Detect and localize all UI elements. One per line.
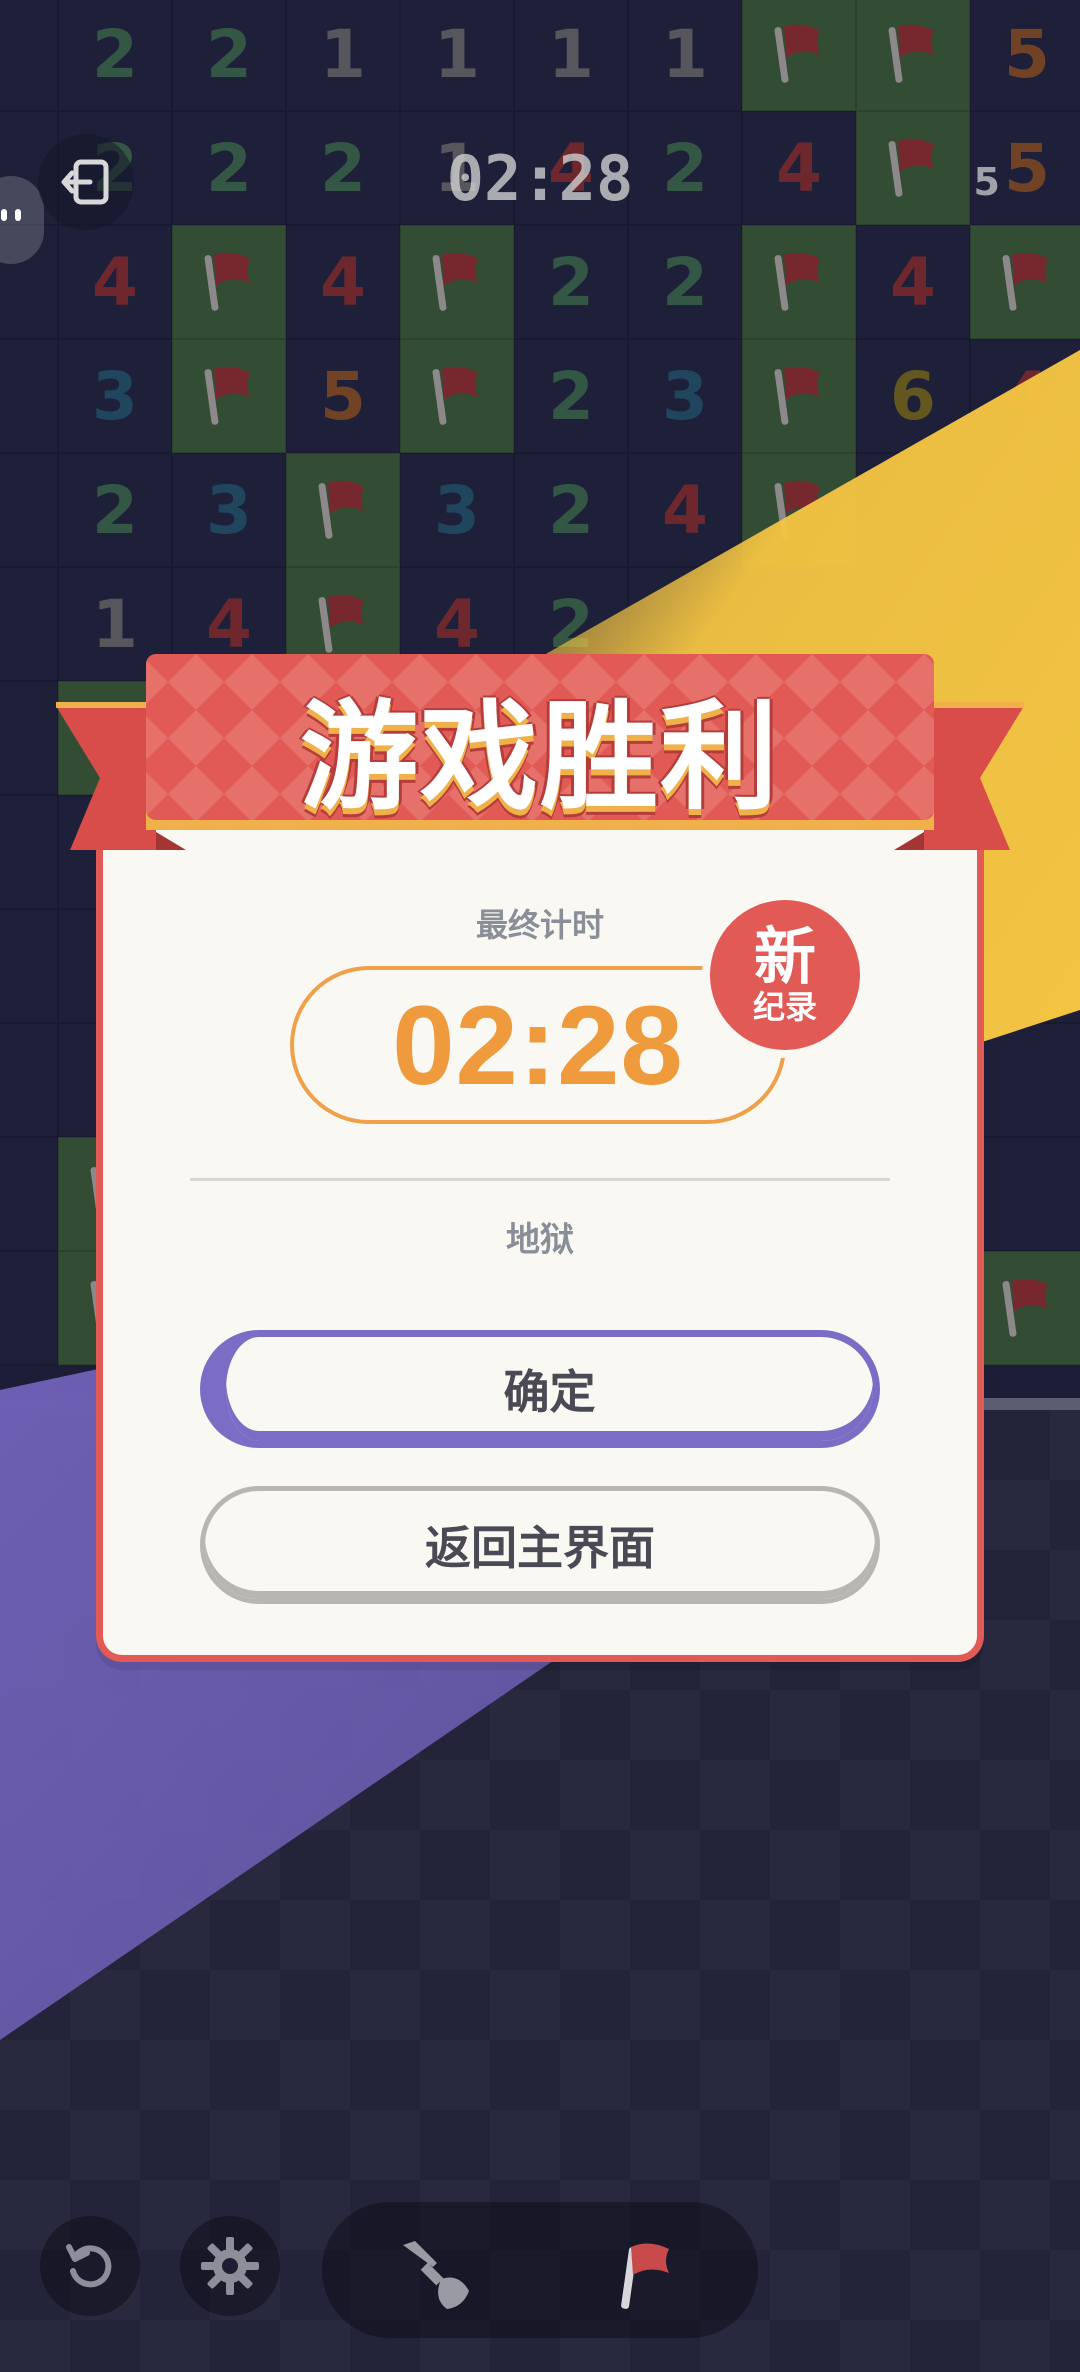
exit-button[interactable] xyxy=(38,134,134,230)
return-home-button[interactable]: 返回主界面 xyxy=(200,1486,880,1604)
new-record-badge: 新 纪录 xyxy=(710,900,860,1050)
side-handle[interactable] xyxy=(0,176,44,264)
undo-button[interactable] xyxy=(40,2216,140,2316)
undo-icon xyxy=(66,2244,112,2288)
difficulty-label: 地狱 xyxy=(506,1220,574,1260)
confirm-button[interactable]: 确定 xyxy=(200,1330,880,1448)
shovel-icon xyxy=(403,2241,469,2309)
final-time-label: 最终计时 xyxy=(475,906,604,944)
badge-line1: 新 xyxy=(753,920,816,993)
divider xyxy=(190,1178,890,1181)
badge-line2: 纪录 xyxy=(752,988,817,1026)
flag-mode-button[interactable] xyxy=(592,2220,702,2330)
gear-icon xyxy=(201,2237,259,2295)
settings-button[interactable] xyxy=(180,2216,280,2316)
hud-timer: 02:28 xyxy=(446,142,634,215)
hud-flag-count: 5 xyxy=(973,160,1000,204)
handle-dots-icon xyxy=(1,209,21,221)
victory-title: 游戏胜利 xyxy=(299,687,780,826)
dig-mode-button[interactable] xyxy=(380,2220,490,2330)
exit-icon xyxy=(61,159,109,205)
flag-icon xyxy=(621,2243,669,2309)
